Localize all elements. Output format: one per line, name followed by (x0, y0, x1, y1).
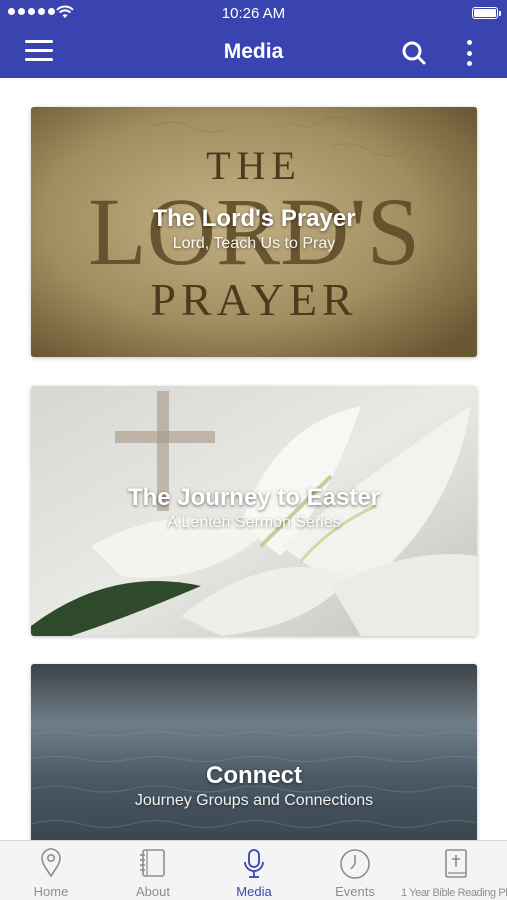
tab-about[interactable]: About (102, 841, 204, 900)
status-bar: 10:26 AM (0, 0, 507, 28)
battery-icon (472, 7, 501, 19)
nav-bar: Media (0, 28, 507, 78)
search-icon[interactable] (401, 40, 427, 66)
tab-label: Events (335, 884, 375, 899)
media-card-connect[interactable]: Connect Journey Groups and Connections (31, 664, 477, 840)
card-title: The Journey to Easter (127, 484, 381, 511)
location-pin-icon (41, 848, 61, 878)
tab-bible-reading[interactable]: 1 Year Bible Reading Pla (401, 841, 507, 900)
ocean-image (31, 664, 477, 840)
tab-label: 1 Year Bible Reading Pla (401, 887, 507, 899)
microphone-icon (244, 849, 264, 878)
page-title: Media (223, 40, 284, 63)
card-subtitle: Journey Groups and Connections (134, 792, 374, 809)
tab-home[interactable]: Home (0, 841, 102, 900)
card-subtitle: Lord, Teach Us to Pray (172, 235, 336, 252)
status-time: 10:26 AM (221, 5, 286, 22)
more-options-icon[interactable] (463, 38, 475, 68)
clock-icon (340, 849, 370, 879)
tab-events[interactable]: Events (304, 841, 406, 900)
notebook-icon (140, 849, 165, 877)
header-bar: 10:26 AM Media (0, 0, 507, 78)
card-title: Connect (206, 762, 302, 789)
card-subtitle: A Lenten Sermon Series (167, 514, 341, 531)
bottom-tab-bar: Home About Media Events 1 Year Bible Rea… (0, 840, 507, 900)
media-list: THE LORD'S PRAYER The Lord's Prayer Lord… (0, 78, 507, 840)
art-text-prayer: PRAYER (150, 274, 357, 325)
media-card-lords-prayer[interactable]: THE LORD'S PRAYER The Lord's Prayer Lord… (31, 107, 477, 357)
card-title: The Lord's Prayer (152, 205, 356, 232)
tab-media[interactable]: Media (203, 841, 305, 900)
bible-icon (445, 849, 467, 878)
media-card-journey-to-easter[interactable]: The Journey to Easter A Lenten Sermon Se… (31, 386, 477, 636)
